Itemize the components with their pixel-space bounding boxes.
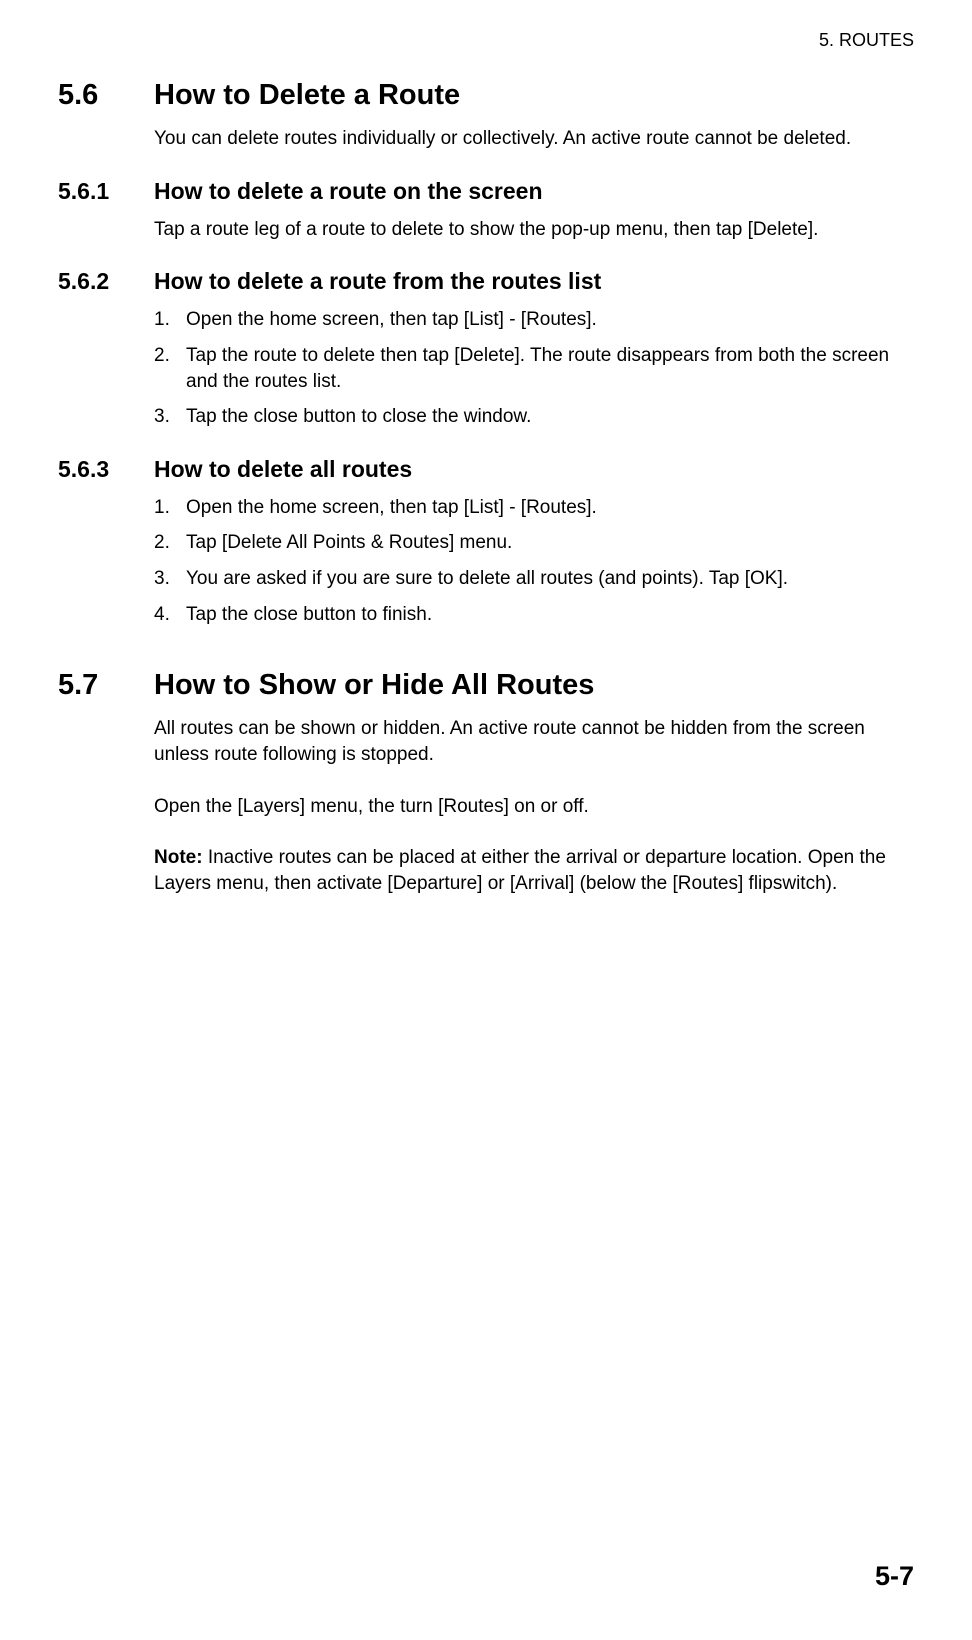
note-label: Note: — [154, 847, 203, 868]
page-number: 5-7 — [875, 1561, 914, 1592]
chapter-header: 5. ROUTES — [58, 30, 914, 51]
list-item: 3. Tap the close button to close the win… — [154, 404, 914, 430]
section-5-7-para2: Open the [Layers] menu, the turn [Routes… — [154, 794, 914, 820]
section-title: How to Show or Hide All Routes — [154, 669, 594, 702]
note-text: Inactive routes can be placed at either … — [154, 847, 886, 894]
list-text: Tap [Delete All Points & Routes] menu. — [186, 530, 914, 556]
list-text: Tap the close button to close the window… — [186, 404, 914, 430]
section-number: 5.7 — [58, 669, 154, 702]
list-text: Tap the route to delete then tap [Delete… — [186, 343, 914, 394]
list-number: 1. — [154, 307, 186, 333]
page-container: 5. ROUTES 5.6 How to Delete a Route You … — [0, 0, 972, 1640]
section-5-6-intro: You can delete routes individually or co… — [154, 126, 914, 152]
list-text: Open the home screen, then tap [List] - … — [186, 495, 914, 521]
list-number: 1. — [154, 495, 186, 521]
list-item: 3. You are asked if you are sure to dele… — [154, 566, 914, 592]
list-number: 3. — [154, 404, 186, 430]
list-number: 3. — [154, 566, 186, 592]
subsection-title: How to delete a route on the screen — [154, 178, 543, 205]
list-item: 2. Tap the route to delete then tap [Del… — [154, 343, 914, 394]
list-item: 4. Tap the close button to finish. — [154, 602, 914, 628]
section-5-7-heading: 5.7 How to Show or Hide All Routes — [58, 669, 914, 702]
list-number: 2. — [154, 530, 186, 556]
subsection-number: 5.6.1 — [58, 178, 154, 205]
section-5-7-para1: All routes can be shown or hidden. An ac… — [154, 716, 914, 767]
list-text: Tap the close button to finish. — [186, 602, 914, 628]
list-text: You are asked if you are sure to delete … — [186, 566, 914, 592]
subsection-title: How to delete all routes — [154, 456, 412, 483]
section-title: How to Delete a Route — [154, 79, 460, 112]
section-number: 5.6 — [58, 79, 154, 112]
list-text: Open the home screen, then tap [List] - … — [186, 307, 914, 333]
list-number: 4. — [154, 602, 186, 628]
section-5-6-3-heading: 5.6.3 How to delete all routes — [58, 456, 914, 483]
list-number: 2. — [154, 343, 186, 394]
subsection-number: 5.6.2 — [58, 268, 154, 295]
section-5-6-1-body: Tap a route leg of a route to delete to … — [154, 217, 914, 243]
section-5-6-1-heading: 5.6.1 How to delete a route on the scree… — [58, 178, 914, 205]
list-item: 2. Tap [Delete All Points & Routes] menu… — [154, 530, 914, 556]
list-item: 1. Open the home screen, then tap [List]… — [154, 495, 914, 521]
subsection-number: 5.6.3 — [58, 456, 154, 483]
subsection-title: How to delete a route from the routes li… — [154, 268, 601, 295]
section-5-7-note: Note: Inactive routes can be placed at e… — [154, 845, 914, 896]
section-5-6-2-heading: 5.6.2 How to delete a route from the rou… — [58, 268, 914, 295]
list-item: 1. Open the home screen, then tap [List]… — [154, 307, 914, 333]
section-5-6-heading: 5.6 How to Delete a Route — [58, 79, 914, 112]
